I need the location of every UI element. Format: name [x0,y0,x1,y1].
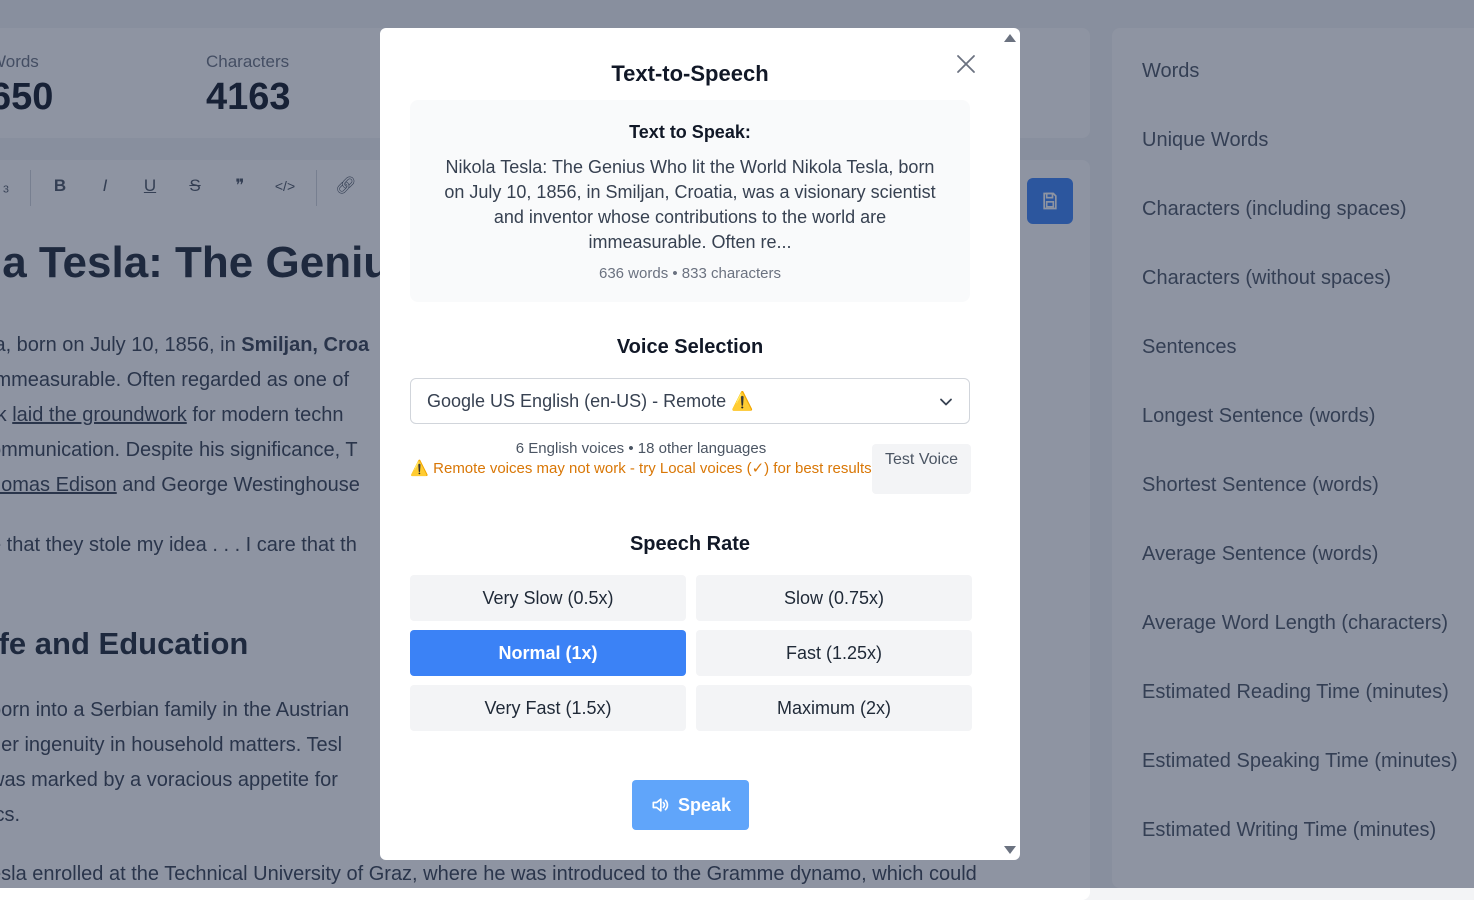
voice-selection-heading: Voice Selection [616,336,764,358]
scroll-down-arrow[interactable] [1004,846,1016,854]
remote-voice-warning: ⚠️ Remote voices may not work - try Loca… [410,460,872,477]
test-voice-button[interactable]: Test Voice [872,444,971,494]
rate-slow-button[interactable]: Slow (0.75x) [696,575,972,621]
speak-label: Speak [677,794,732,815]
text-preview: Text to Speak: Nikola Tesla: The Genius … [410,100,970,302]
speech-rate-heading: Speech Rate [629,533,751,555]
text-preview-heading: Text to Speak: [629,122,751,142]
voice-name: Google US English (en-US) - Remote [427,391,727,411]
warning-icon: ⚠️ [731,391,754,411]
voice-count: 6 English voices • 18 other languages [515,440,767,457]
modal-title: Text-to-Speech [611,61,769,86]
rate-fast-button[interactable]: Fast (1.25x) [696,630,972,676]
speak-button[interactable]: Speak [632,780,749,830]
scroll-up-arrow[interactable] [1004,34,1016,42]
rate-very-slow-button[interactable]: Very Slow (0.5x) [410,575,686,621]
text-preview-meta: 636 words • 833 characters [598,265,781,282]
voice-select-value: Google US English (en-US) - Remote ⚠️ [427,391,754,412]
rate-normal-button[interactable]: Normal (1x) [410,630,686,676]
close-icon[interactable] [954,52,978,76]
chevron-down-icon [940,398,952,406]
rate-maximum-button[interactable]: Maximum (2x) [696,685,972,731]
tts-modal: Text-to-Speech Text to Speak: Nikola Tes… [380,28,1020,860]
voice-info: 6 English voices • 18 other languages ⚠️… [410,440,872,479]
text-preview-body: Nikola Tesla: The Genius Who lit the Wor… [444,157,936,252]
speaker-icon [652,798,669,812]
rate-very-fast-button[interactable]: Very Fast (1.5x) [410,685,686,731]
voice-select[interactable]: Google US English (en-US) - Remote ⚠️ [410,378,970,424]
